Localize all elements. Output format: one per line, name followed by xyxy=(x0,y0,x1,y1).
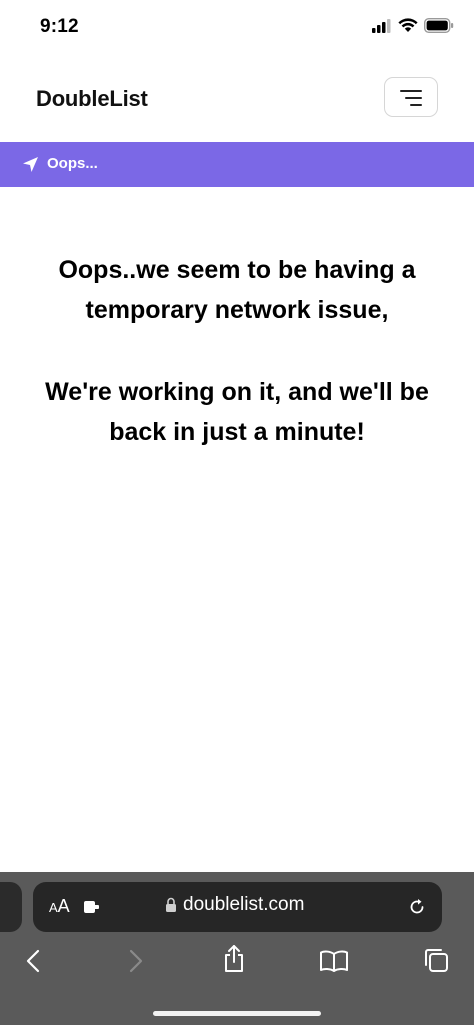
status-bar: 9:12 xyxy=(0,0,474,56)
menu-button[interactable] xyxy=(384,77,438,117)
share-icon[interactable] xyxy=(222,944,246,974)
tabs-icon[interactable] xyxy=(423,947,449,973)
forward-icon[interactable] xyxy=(127,948,145,974)
url-display[interactable]: doublelist.com xyxy=(165,894,304,916)
reload-icon[interactable] xyxy=(407,897,427,917)
message-line: temporary network issue, xyxy=(85,296,389,324)
battery-icon xyxy=(423,17,454,38)
back-icon[interactable] xyxy=(24,948,42,974)
site-header: DoubleList xyxy=(0,56,474,142)
breadcrumb-label: Oops... xyxy=(47,155,98,172)
message-line: Oops..we seem to be having a xyxy=(58,256,416,284)
text-size-button[interactable]: AA xyxy=(49,896,70,917)
hamburger-menu-icon xyxy=(400,90,422,106)
previous-tab-preview[interactable] xyxy=(0,882,22,932)
url-text: doublelist.com xyxy=(183,894,305,915)
home-indicator xyxy=(153,1011,321,1016)
address-bar[interactable]: AA doublelist.com xyxy=(33,882,442,932)
wifi-icon xyxy=(398,18,418,38)
status-time: 9:12 xyxy=(40,16,79,37)
message-line: back in just a minute! xyxy=(109,418,365,446)
cellular-signal-icon xyxy=(372,18,392,38)
status-icons xyxy=(372,17,454,38)
bookmarks-icon[interactable] xyxy=(319,950,349,972)
browser-toolbar: AA doublelist.com xyxy=(0,872,474,1025)
breadcrumb: Oops... xyxy=(0,142,474,187)
location-arrow-icon xyxy=(23,157,38,172)
lock-icon xyxy=(166,897,176,912)
page: 9:12 DoubleList Oops... Oops..we seem to… xyxy=(0,0,474,1025)
error-message: Oops..we seem to be having a temporary n… xyxy=(0,250,474,452)
site-logo[interactable]: DoubleList xyxy=(36,86,148,112)
message-line: We're working on it, and we'll be xyxy=(45,378,429,406)
extension-icon[interactable] xyxy=(83,899,101,915)
